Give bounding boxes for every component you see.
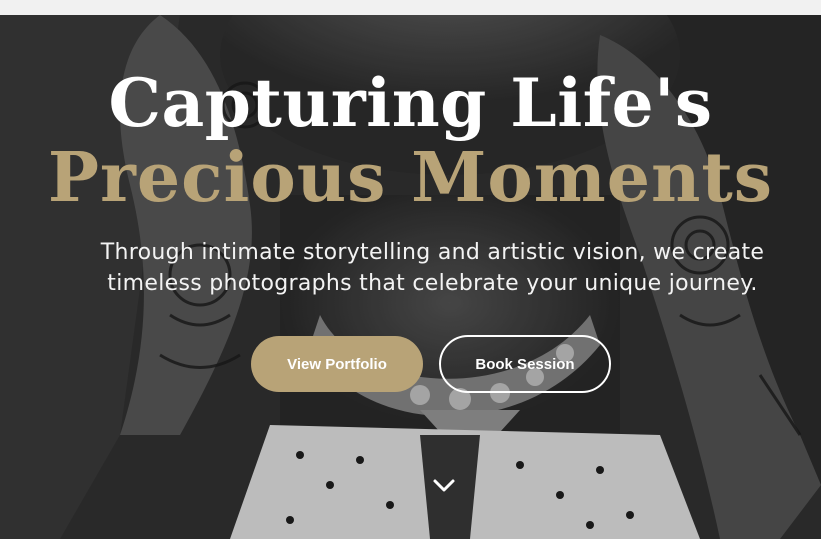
view-portfolio-button[interactable]: View Portfolio: [251, 336, 423, 392]
top-bar: [0, 0, 821, 15]
hero-headline: Capturing Life's Precious Moments: [0, 66, 821, 216]
book-session-button[interactable]: Book Session: [439, 335, 611, 393]
headline-line-1: Capturing Life's: [108, 64, 713, 142]
hero-subtitle: Through intimate storytelling and artist…: [100, 240, 765, 296]
chevron-down-icon[interactable]: [432, 476, 456, 496]
headline-line-2: Precious Moments: [47, 138, 774, 218]
